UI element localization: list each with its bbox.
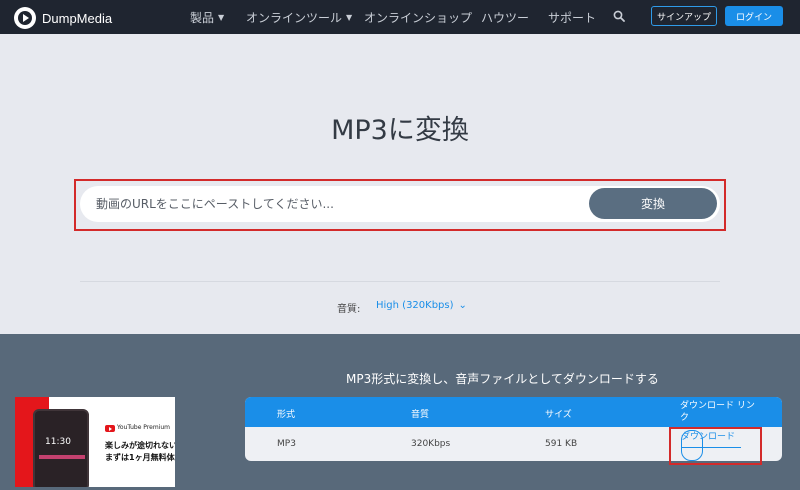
quality-label: 音質: [337, 304, 361, 315]
ad-phone-time: 11:30 [45, 437, 71, 447]
chevron-down-icon: ⌄ [458, 300, 467, 311]
youtube-icon [105, 425, 115, 432]
url-input[interactable] [96, 195, 576, 213]
nav-item-label: オンラインショップ [364, 11, 473, 25]
nav-item-products[interactable]: 製品 ▼ [190, 9, 224, 26]
search-icon[interactable] [613, 10, 625, 22]
nav-item-label: サポート [548, 11, 597, 25]
ad-headline: 楽しみが途切れない [105, 441, 175, 450]
cell-format: MP3 [277, 439, 296, 449]
nav-item-label: オンラインツール [246, 11, 343, 25]
ad-subline: まずは1ヶ月無料体験 [105, 453, 175, 462]
page-title: MP3に変換 [331, 115, 469, 146]
table-header: 形式 音質 サイズ ダウンロード リンク [245, 397, 782, 427]
ad-phone-stripe [39, 455, 85, 459]
brand-logo[interactable]: DumpMedia [14, 7, 112, 29]
column-header-format: 形式 [277, 410, 296, 420]
signup-button[interactable]: サインアップ [651, 6, 717, 26]
film-reel-icon [14, 7, 36, 29]
column-header-download-link: ダウンロード リンク [680, 401, 755, 423]
download-link[interactable]: ダウンロード [681, 431, 741, 444]
quality-select[interactable]: High (320Kbps) ⌄ [376, 300, 467, 311]
convert-button[interactable]: 変換 [589, 188, 717, 219]
youtube-premium-ad[interactable]: 11:30 YouTube Premium 楽しみが途切れない まずは1ヶ月無料… [15, 397, 175, 487]
column-header-size: サイズ [545, 410, 572, 420]
cell-quality: 320Kbps [411, 439, 451, 449]
divider [80, 281, 720, 282]
result-heading: MP3形式に変換し、音声ファイルとしてダウンロードする [346, 372, 659, 386]
login-button[interactable]: ログイン [725, 6, 783, 26]
nav-item-online-shop[interactable]: オンラインショップ [364, 9, 472, 26]
brand-name: DumpMedia [42, 10, 113, 26]
top-navbar: DumpMedia 製品 ▼ オンラインツール ▼ オンラインショップ ハウツー… [0, 0, 800, 34]
ad-brand: YouTube Premium [117, 424, 171, 431]
caret-down-icon: ▼ [218, 13, 225, 22]
nav-item-howto[interactable]: ハウツー [481, 9, 529, 26]
quality-value: High (320Kbps) [376, 300, 454, 311]
nav-item-support[interactable]: サポート [548, 9, 596, 26]
nav-item-label: 製品 [190, 11, 215, 25]
download-link-underline [681, 447, 741, 448]
column-header-quality: 音質 [411, 410, 430, 420]
nav-item-label: ハウツー [481, 11, 530, 25]
nav-item-online-tools[interactable]: オンラインツール ▼ [246, 9, 352, 26]
caret-down-icon: ▼ [346, 13, 353, 22]
ad-phone-image [33, 409, 89, 487]
cell-size: 591 KB [545, 439, 578, 449]
